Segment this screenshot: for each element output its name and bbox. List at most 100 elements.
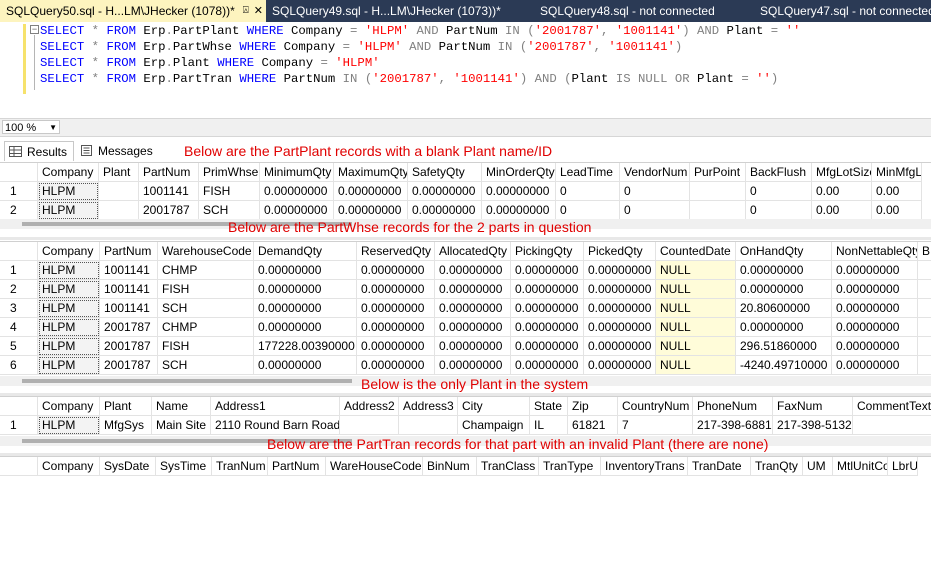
column-header[interactable]: TranClass [477,457,539,476]
column-header[interactable]: SysDate [100,457,156,476]
grid-cell[interactable] [918,356,931,375]
grid-cell[interactable]: 0.00000000 [334,201,408,220]
results-grid-plant[interactable]: Company Plant Name Address1 Address2 Address3… [0,396,931,435]
grid-cell[interactable]: 0.00000000 [584,356,656,375]
grid-cell[interactable]: 1001141 [100,299,158,318]
collapse-icon[interactable]: − [30,25,39,34]
table-row[interactable]: 2 HLPM 2001787 SCH 0.00000000 0.00000000 0.000… [0,201,931,220]
grid-cell[interactable]: 1001141 [139,182,199,201]
grid-cell[interactable]: 2001787 [100,318,158,337]
sql-code[interactable]: SELECT * FROM Erp.PartPlant WHERE Compan… [40,23,800,87]
column-header[interactable]: LeadTime [556,163,620,182]
column-header[interactable]: MinMfgLo [872,163,922,182]
grid-cell[interactable]: 0.00000000 [482,201,556,220]
grid-cell[interactable]: 0.00000000 [832,337,918,356]
grid-cell[interactable]: 0.00000000 [254,261,357,280]
grid-cell[interactable]: 0.00000000 [334,182,408,201]
tab-messages[interactable]: Messages [76,141,156,161]
row-number[interactable]: 4 [0,318,38,337]
column-header[interactable]: FaxNum [773,397,853,416]
grid-cell[interactable]: Champaign [458,416,530,435]
grid-cell[interactable]: 0 [746,201,812,220]
row-number-header[interactable] [0,397,38,416]
column-header[interactable]: WareHouseCode [326,457,423,476]
pin-icon[interactable]: ⍓ [243,0,249,22]
grid-cell[interactable]: 0.00000000 [832,280,918,299]
grid-cell[interactable]: NULL [656,280,736,299]
grid-cell[interactable]: 0.00000000 [482,182,556,201]
tab-sqlquery48[interactable]: SQLQuery48.sql - not connected [534,0,754,22]
row-number[interactable]: 3 [0,299,38,318]
column-header[interactable]: SafetyQty [408,163,482,182]
row-number[interactable]: 1 [0,416,38,435]
grid-cell[interactable]: SCH [199,201,260,220]
grid-cell[interactable]: FISH [199,182,260,201]
column-header[interactable]: NonNettableQty [832,242,918,261]
row-number[interactable]: 2 [0,201,38,220]
table-row[interactable]: 1 HLPM 1001141 FISH 0.00000000 0.00000000 0.00… [0,182,931,201]
table-row[interactable]: 1 HLPM MfgSys Main Site 2110 Round Barn Road… [0,416,931,435]
grid-cell[interactable]: HLPM [38,201,99,220]
column-header[interactable]: Zip [568,397,618,416]
grid-cell[interactable]: 0.00000000 [254,280,357,299]
grid-cell[interactable]: 0.00000000 [357,318,435,337]
grid-cell[interactable]: SCH [158,356,254,375]
tab-sqlquery47[interactable]: SQLQuery47.sql - not connected [754,0,931,22]
grid-cell[interactable]: 0.00000000 [260,182,334,201]
column-header[interactable]: State [530,397,568,416]
column-header[interactable]: MinOrderQty [482,163,556,182]
grid-cell[interactable]: FISH [158,337,254,356]
grid-cell[interactable]: 0.00000000 [736,280,832,299]
grid-cell[interactable] [918,299,931,318]
column-header[interactable]: TranType [539,457,601,476]
grid-cell[interactable]: 0.00000000 [832,356,918,375]
grid-cell[interactable]: 0.00000000 [511,261,584,280]
grid-cell[interactable]: 0.00000000 [254,318,357,337]
table-row[interactable]: 5 HLPM 2001787 FISH 177228.00390000 0.0000000… [0,337,931,356]
column-header[interactable]: TranNum [212,457,268,476]
column-header[interactable]: B [918,242,931,261]
column-header[interactable]: AllocatedQty [435,242,511,261]
column-header[interactable]: PhoneNum [693,397,773,416]
grid-cell[interactable]: 0 [620,201,690,220]
column-header[interactable]: PartNum [268,457,326,476]
grid-cell[interactable]: 0.00000000 [254,299,357,318]
grid-cell[interactable]: 0.00000000 [408,201,482,220]
column-header[interactable]: PartNum [100,242,158,261]
column-header[interactable]: Address3 [399,397,458,416]
grid-cell[interactable]: 1001141 [100,261,158,280]
grid-cell[interactable] [918,261,931,280]
grid-cell[interactable] [690,182,746,201]
column-header[interactable]: CommentText [853,397,931,416]
grid-cell[interactable]: HLPM [38,356,100,375]
grid-cell[interactable]: HLPM [38,337,100,356]
grid-cell[interactable]: 0.00000000 [511,299,584,318]
grid-cell[interactable]: HLPM [38,182,99,201]
grid-cell[interactable]: CHMP [158,318,254,337]
grid-cell[interactable]: 0.00000000 [832,318,918,337]
grid-cell[interactable]: HLPM [38,280,100,299]
column-header[interactable]: TranDate [688,457,751,476]
table-row[interactable]: 6 HLPM 2001787 SCH 0.00000000 0.00000000 0.000… [0,356,931,375]
column-header[interactable]: CountedDate [656,242,736,261]
grid-cell[interactable] [399,416,458,435]
column-header[interactable]: PartNum [139,163,199,182]
grid-cell[interactable]: 0 [556,201,620,220]
column-header[interactable]: InventoryTrans [601,457,688,476]
results-grid-partwhse[interactable]: Company PartNum WarehouseCode DemandQty Rese… [0,241,931,375]
row-number[interactable]: 5 [0,337,38,356]
grid-cell[interactable]: 0.00000000 [584,318,656,337]
table-row[interactable]: 2 HLPM 1001141 FISH 0.00000000 0.00000000 0.00… [0,280,931,299]
tab-results[interactable]: Results [4,141,74,161]
grid-cell[interactable]: 0.00 [872,182,922,201]
zoom-dropdown[interactable]: 100 % ▼ [2,120,60,134]
tab-sqlquery49[interactable]: SQLQuery49.sql - H...LM\JHecker (1073))* [266,0,534,22]
grid-cell[interactable] [99,201,139,220]
column-header[interactable]: SysTime [156,457,212,476]
column-header[interactable]: TranQty [751,457,803,476]
grid-cell[interactable]: 2001787 [100,356,158,375]
grid-cell[interactable]: NULL [656,337,736,356]
grid-cell[interactable]: NULL [656,318,736,337]
row-number[interactable]: 6 [0,356,38,375]
table-row[interactable]: 3 HLPM 1001141 SCH 0.00000000 0.00000000 0.000… [0,299,931,318]
